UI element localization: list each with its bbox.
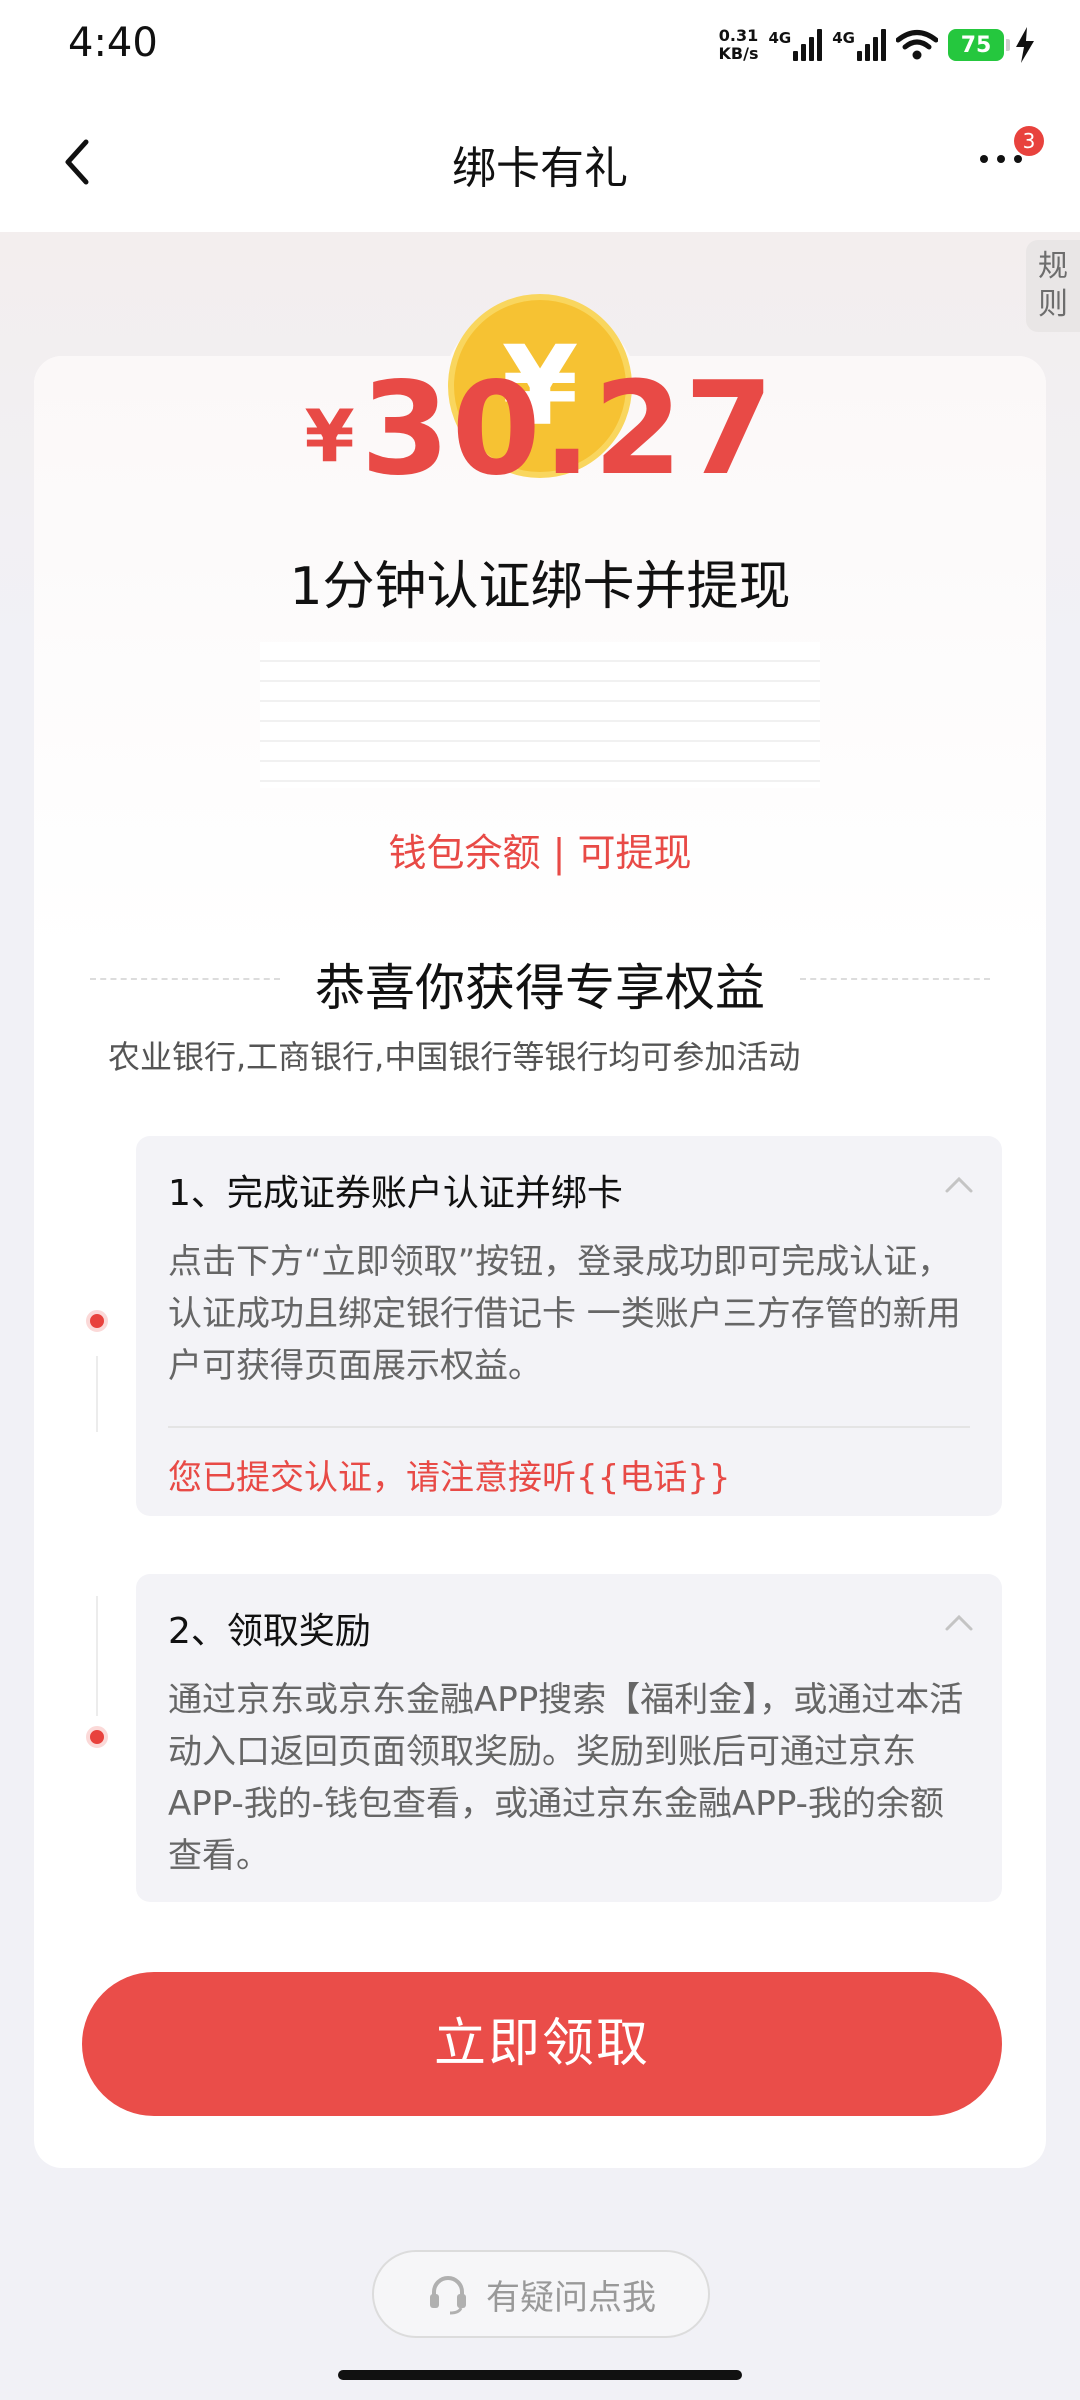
home-indicator[interactable] <box>338 2370 742 2380</box>
divider <box>168 1426 970 1428</box>
network-speed: 0.31 KB/s <box>718 26 759 63</box>
page-title: 绑卡有礼 <box>452 143 628 194</box>
headset-icon <box>430 2276 466 2315</box>
status-bar: 4:40 0.31 KB/s 4G 4G 75 <box>0 0 1080 92</box>
rules-tab[interactable]: 规 则 <box>1026 240 1080 332</box>
wallet-balance-label: 钱包余额 | 可提现 <box>388 831 692 875</box>
chevron-up-icon[interactable] <box>944 1614 974 1632</box>
nav-bar: 绑卡有礼 3 <box>0 92 1080 232</box>
timeline-line <box>96 1596 98 1716</box>
signal-icon: 4G <box>769 29 823 61</box>
benefits-heading-row: 恭喜你获得专享权益 <box>90 948 990 1017</box>
amount-value: 30.27 <box>360 354 776 504</box>
step-title: 1、完成证券账户认证并绑卡 <box>168 1173 623 1214</box>
supported-banks: 农业银行,工商银行,中国银行等银行均可参加活动 <box>108 1038 801 1076</box>
amount-display: ¥ 30.27 <box>34 354 1046 504</box>
status-time: 4:40 <box>68 20 158 66</box>
headline: 1分钟认证绑卡并提现 <box>289 557 791 617</box>
signal-icon: 4G <box>832 29 886 61</box>
timeline-line <box>96 1356 98 1432</box>
claim-now-button[interactable]: 立即领取 <box>82 1972 1002 2116</box>
step-card-2: 2、领取奖励 通过京东或京东金融APP搜索【福利金】，或通过本活动入口返回页面领… <box>136 1574 1002 1902</box>
activity-card: ¥ 1分钟认证绑卡并提现 ¥ 30.27 钱包余额 | 可提现 恭喜你获得专享权… <box>34 294 1046 2168</box>
step-title: 2、领取奖励 <box>168 1611 371 1652</box>
charging-icon <box>1016 27 1034 63</box>
step-description: 通过京东或京东金融APP搜索【福利金】，或通过本活动入口返回页面领取奖励。奖励到… <box>168 1680 964 1876</box>
timeline-dot <box>86 1310 108 1332</box>
timeline-dot <box>86 1726 108 1748</box>
status-icons: 0.31 KB/s 4G 4G 75 <box>719 20 1036 70</box>
chevron-up-icon[interactable] <box>944 1176 974 1194</box>
status-notice: 您已提交认证，请注意接听{{电话}} <box>168 1458 731 1498</box>
step-card-1: 1、完成证券账户认证并绑卡 点击下方“立即领取”按钮，登录成功即可完成认证，认证… <box>136 1136 1002 1516</box>
wifi-icon <box>896 30 938 60</box>
benefits-title: 恭喜你获得专享权益 <box>315 959 765 1017</box>
notification-badge: 3 <box>1014 126 1044 156</box>
currency-symbol: ¥ <box>304 394 355 478</box>
step-description: 点击下方“立即领取”按钮，登录成功即可完成认证，认证成功且绑定银行借记卡 一类账… <box>168 1242 961 1386</box>
amount-box <box>260 642 820 788</box>
help-button[interactable]: 有疑问点我 <box>372 2250 710 2338</box>
page: 4:40 0.31 KB/s 4G 4G 75 绑卡有礼 3 规 则 ¥ 1分钟… <box>0 0 1080 2400</box>
battery-icon: 75 <box>948 29 1010 61</box>
help-label: 有疑问点我 <box>486 2277 656 2318</box>
